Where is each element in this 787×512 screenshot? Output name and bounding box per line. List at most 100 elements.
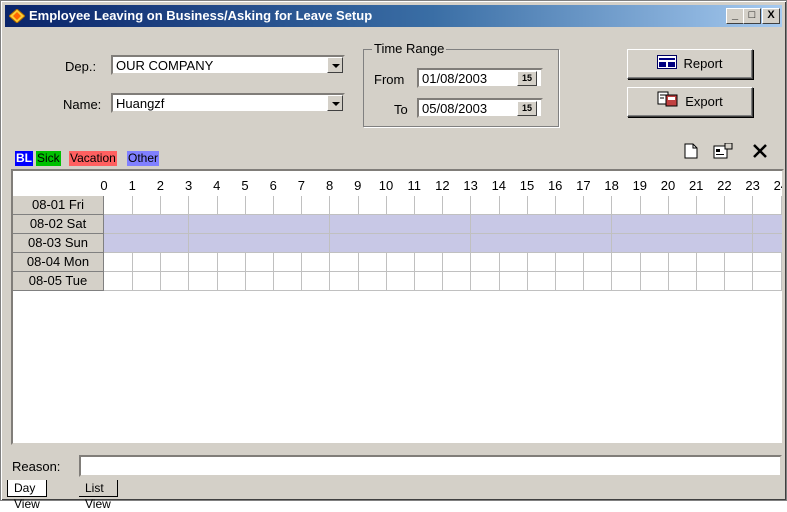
hour-cell[interactable] — [555, 272, 585, 291]
export-button[interactable]: Export — [627, 87, 753, 117]
hour-cell[interactable] — [583, 253, 613, 272]
hour-cell[interactable] — [555, 215, 585, 234]
hour-cell[interactable] — [104, 234, 133, 253]
hour-cell[interactable] — [498, 196, 528, 215]
hour-cell[interactable] — [611, 196, 641, 215]
hour-cell[interactable] — [639, 215, 669, 234]
hour-cell[interactable] — [216, 253, 246, 272]
hour-cell[interactable] — [301, 215, 331, 234]
hour-cell[interactable] — [555, 196, 585, 215]
hour-cell[interactable] — [611, 215, 641, 234]
hour-cell[interactable] — [301, 253, 331, 272]
hour-cell[interactable] — [104, 253, 133, 272]
row-tail-cell[interactable] — [780, 272, 782, 291]
hour-cell[interactable] — [216, 196, 246, 215]
hour-cell[interactable] — [357, 196, 387, 215]
hour-cell[interactable] — [386, 215, 415, 234]
hour-cell[interactable] — [696, 272, 726, 291]
hour-cell[interactable] — [357, 272, 387, 291]
hour-cell[interactable] — [273, 196, 303, 215]
day-row-label[interactable]: 08-03 Sun — [13, 234, 104, 253]
hour-cell[interactable] — [216, 215, 246, 234]
hour-cell[interactable] — [301, 272, 331, 291]
hour-cell[interactable] — [132, 215, 162, 234]
employee-name-combobox[interactable]: Huangzf — [111, 93, 345, 113]
hour-cell[interactable] — [386, 196, 415, 215]
row-tail-cell[interactable] — [780, 253, 782, 272]
hour-cell[interactable] — [329, 215, 359, 234]
hour-cell[interactable] — [357, 234, 387, 253]
hour-cell[interactable] — [329, 253, 359, 272]
hour-cell[interactable] — [329, 234, 359, 253]
close-button[interactable]: X — [762, 8, 780, 24]
dropdown-arrow-icon[interactable] — [327, 95, 343, 111]
hour-cell[interactable] — [160, 253, 190, 272]
tab-list-view[interactable]: List View — [79, 480, 118, 511]
day-row-label[interactable]: 08-05 Tue — [13, 272, 104, 291]
hour-cell[interactable] — [555, 234, 585, 253]
hour-cell[interactable] — [752, 253, 782, 272]
hour-cell[interactable] — [216, 234, 246, 253]
hour-cell[interactable] — [442, 253, 472, 272]
hour-cell[interactable] — [668, 196, 697, 215]
hour-cell[interactable] — [527, 272, 556, 291]
hour-cell[interactable] — [752, 234, 782, 253]
hour-cell[interactable] — [724, 272, 754, 291]
hour-cell[interactable] — [527, 253, 556, 272]
hour-cell[interactable] — [527, 196, 556, 215]
hour-cell[interactable] — [188, 215, 218, 234]
hour-cell[interactable] — [245, 196, 274, 215]
hour-cell[interactable] — [470, 234, 500, 253]
hour-cell[interactable] — [245, 272, 274, 291]
hour-cell[interactable] — [160, 215, 190, 234]
hour-cell[interactable] — [752, 196, 782, 215]
dropdown-arrow-icon[interactable] — [327, 57, 343, 73]
reason-input[interactable] — [79, 455, 782, 477]
hour-cell[interactable] — [470, 272, 500, 291]
hour-cell[interactable] — [752, 215, 782, 234]
hour-cell[interactable] — [357, 215, 387, 234]
hour-cell[interactable] — [386, 272, 415, 291]
hour-cell[interactable] — [583, 196, 613, 215]
hour-cell[interactable] — [611, 234, 641, 253]
hour-cell[interactable] — [470, 196, 500, 215]
hour-cell[interactable] — [273, 234, 303, 253]
hour-cell[interactable] — [132, 272, 162, 291]
hour-cell[interactable] — [160, 234, 190, 253]
hour-cell[interactable] — [273, 215, 303, 234]
hour-cell[interactable] — [696, 234, 726, 253]
hour-cell[interactable] — [188, 196, 218, 215]
new-document-icon[interactable] — [680, 143, 702, 163]
row-tail-cell[interactable] — [780, 234, 782, 253]
hour-cell[interactable] — [668, 253, 697, 272]
title-bar[interactable]: Employee Leaving on Business/Asking for … — [5, 5, 782, 27]
hour-cell[interactable] — [329, 272, 359, 291]
hour-cell[interactable] — [442, 196, 472, 215]
hour-cell[interactable] — [639, 234, 669, 253]
hour-cell[interactable] — [611, 272, 641, 291]
hour-cell[interactable] — [216, 272, 246, 291]
hour-cell[interactable] — [104, 272, 133, 291]
hour-cell[interactable] — [132, 253, 162, 272]
hour-cell[interactable] — [470, 253, 500, 272]
row-tail-cell[interactable] — [780, 215, 782, 234]
day-row-label[interactable]: 08-02 Sat — [13, 215, 104, 234]
schedule-grid[interactable]: 0123456789101112131415161718192021222324… — [11, 169, 784, 445]
hour-cell[interactable] — [583, 272, 613, 291]
hour-cell[interactable] — [639, 253, 669, 272]
hour-cell[interactable] — [498, 253, 528, 272]
hour-cell[interactable] — [527, 234, 556, 253]
hour-cell[interactable] — [386, 253, 415, 272]
report-button[interactable]: Report — [627, 49, 753, 79]
hour-cell[interactable] — [696, 253, 726, 272]
hour-cell[interactable] — [104, 215, 133, 234]
hour-cell[interactable] — [301, 196, 331, 215]
properties-icon[interactable] — [712, 142, 734, 163]
hour-cell[interactable] — [442, 234, 472, 253]
day-row-label[interactable]: 08-04 Mon — [13, 253, 104, 272]
hour-cell[interactable] — [724, 234, 754, 253]
hour-cell[interactable] — [668, 234, 697, 253]
from-date-picker[interactable]: 01/08/2003 15 — [417, 68, 543, 88]
hour-cell[interactable] — [583, 234, 613, 253]
hour-cell[interactable] — [668, 272, 697, 291]
